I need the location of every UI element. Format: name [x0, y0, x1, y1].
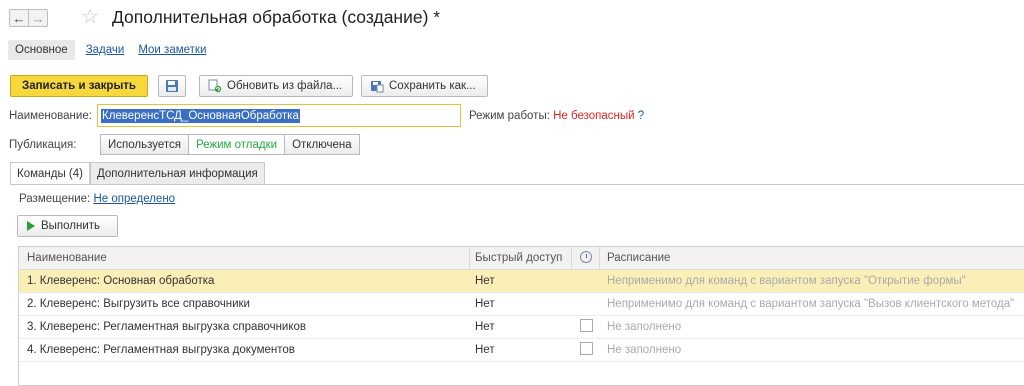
column-header-name[interactable]: Наименование [27, 247, 467, 270]
row-name: 3. Клеверенс: Регламентная выгрузка спра… [27, 321, 307, 333]
mode-value: Не безопасный [553, 110, 635, 122]
publication-disabled[interactable]: Отключена [284, 134, 360, 155]
table-header: Наименование Быстрый доступ Расписание [19, 247, 1024, 270]
row-name: 4. Клеверенс: Регламентная выгрузка доку… [27, 344, 295, 356]
floppy-disk-icon [166, 80, 178, 92]
arrow-right-icon: → [31, 10, 45, 26]
play-icon [27, 221, 35, 231]
publication-used[interactable]: Используется [100, 134, 189, 155]
commands-table: Наименование Быстрый доступ Расписание 1… [18, 246, 1024, 386]
column-divider [599, 247, 600, 270]
save-as-label: Сохранить как... [389, 80, 476, 92]
scheduled-checkbox[interactable] [579, 342, 593, 356]
row-scheduled-checkbox-cell [575, 316, 597, 339]
column-header-schedule[interactable]: Расписание [607, 247, 1024, 270]
page-title: Дополнительная обработка (создание) * [112, 7, 441, 27]
name-input-value: КлеверенсТСД_ОсновнаяОбработка [101, 109, 300, 123]
save-as-button[interactable]: Сохранить как... [361, 75, 488, 97]
save-and-close-button[interactable]: Записать и закрыть [10, 75, 148, 97]
table-row[interactable]: 1. Клеверенс: Основная обработка Нет Неп… [19, 270, 1024, 293]
table-row[interactable]: 4. Клеверенс: Регламентная выгрузка доку… [19, 339, 1024, 362]
arrow-left-icon: ← [12, 10, 26, 26]
update-from-file-button[interactable]: Обновить из файла... [199, 75, 353, 97]
tab-additional-info[interactable]: Дополнительная информация [89, 162, 265, 184]
mode-help-link[interactable]: ? [638, 110, 644, 122]
update-from-file-label: Обновить из файла... [227, 80, 343, 92]
publication-debug[interactable]: Режим отладки [187, 134, 286, 155]
row-scheduled-checkbox-cell [575, 339, 597, 362]
publication-switch: Используется Режим отладки Отключена [100, 134, 360, 155]
save-as-icon [371, 81, 384, 93]
placement-label: Размещение: [19, 193, 91, 205]
row-schedule: Неприменимо для команд с вариантом запус… [607, 298, 1015, 310]
row-schedule: Неприменимо для команд с вариантом запус… [607, 275, 966, 287]
publication-label: Публикация: [9, 139, 77, 151]
execute-button[interactable]: Выполнить [17, 215, 118, 237]
save-button[interactable] [158, 75, 186, 97]
clock-icon [580, 250, 592, 263]
placement-link[interactable]: Не определено [93, 193, 175, 205]
forward-button[interactable]: → [28, 9, 48, 27]
nav-main[interactable]: Основное [8, 40, 75, 60]
table-row[interactable]: 2. Клеверенс: Выгрузить все справочники … [19, 293, 1024, 316]
scheduled-checkbox[interactable] [579, 319, 593, 333]
row-name: 1. Клеверенс: Основная обработка [27, 275, 215, 287]
mode-label: Режим работы: Не безопасный ? [469, 110, 644, 122]
column-divider [469, 247, 470, 270]
placement-row: Размещение: Не определено [19, 193, 175, 205]
tab-commands[interactable]: Команды (4) [10, 162, 90, 185]
execute-label: Выполнить [41, 220, 101, 232]
mode-label-text: Режим работы: [469, 110, 550, 122]
name-input[interactable]: КлеверенсТСД_ОсновнаяОбработка [97, 104, 461, 127]
nav-notes[interactable]: Мои заметки [131, 40, 213, 60]
row-quick-access[interactable]: Нет [475, 339, 570, 362]
file-refresh-icon [208, 79, 222, 93]
row-quick-access[interactable]: Нет [475, 270, 570, 293]
page-tabs: Команды (4) Дополнительная информация [10, 162, 265, 185]
title-bar: ← → ☆ Дополнительная обработка (создание… [0, 0, 1024, 34]
row-schedule[interactable]: Не заполнено [607, 316, 1024, 339]
tab-divider [10, 184, 1024, 185]
column-header-quick-access[interactable]: Быстрый доступ [475, 247, 570, 270]
row-quick-access[interactable]: Нет [475, 293, 570, 316]
column-header-scheduled[interactable] [575, 247, 597, 270]
save-and-close-label: Записать и закрыть [22, 80, 136, 92]
back-button[interactable]: ← [9, 9, 29, 27]
form-nav: Основное Задачи Мои заметки [8, 38, 213, 62]
table-row[interactable]: 3. Клеверенс: Регламентная выгрузка спра… [19, 316, 1024, 339]
column-divider [571, 247, 572, 270]
star-icon[interactable]: ☆ [81, 6, 99, 28]
row-quick-access[interactable]: Нет [475, 316, 570, 339]
row-schedule[interactable]: Не заполнено [607, 339, 1024, 362]
name-label: Наименование: [9, 110, 92, 122]
nav-tasks[interactable]: Задачи [79, 40, 132, 60]
row-name: 2. Клеверенс: Выгрузить все справочники [27, 298, 250, 310]
